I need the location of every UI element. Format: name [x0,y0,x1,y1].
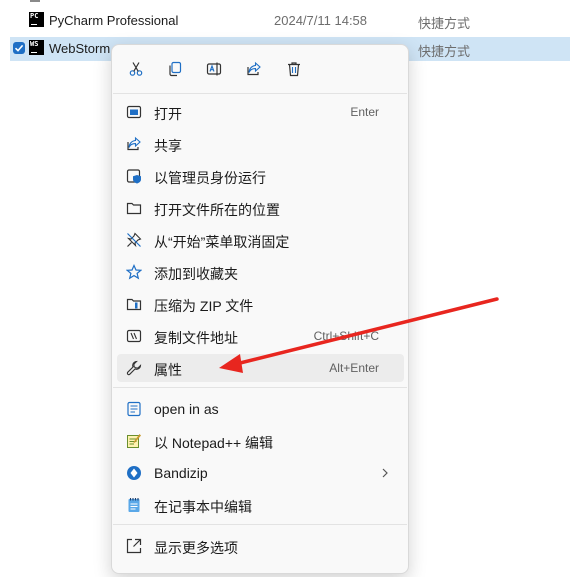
menu-item-share[interactable]: 共享 [117,130,404,158]
menu-item-add-favorites[interactable]: 添加到收藏夹 [117,258,404,286]
delete-icon [288,62,300,77]
menu-item-label: 压缩为 ZIP 文件 [154,298,254,314]
open-icon [126,105,142,119]
menu-item-edit-notepad[interactable]: 在记事本中编辑 [117,491,404,519]
menu-separator [113,387,407,388]
menu-item-label: 打开文件所在的位置 [154,202,280,218]
menu-item-open[interactable]: 打开 Enter [117,98,404,126]
folder-icon [126,202,142,215]
menu-item-label: 添加到收藏夹 [154,266,238,282]
context-menu: 打开 Enter 共享 以管理员身份运行 打开文件所在的位置 从“开始”菜单取消… [111,44,409,574]
menu-item-bandizip[interactable]: Bandizip [117,459,404,487]
menu-item-label: 打开 [154,106,182,122]
star-icon [126,264,142,280]
zip-icon [126,298,142,311]
notepadpp-icon [127,434,141,448]
delete-button[interactable] [282,57,306,81]
menu-item-label: 复制文件地址 [154,330,238,346]
menu-item-notepadpp[interactable]: 以 Notepad++ 编辑 [117,427,404,455]
menu-item-shortcut: Enter [350,105,379,119]
menu-item-label: open in as [154,401,219,417]
document-icon [127,401,141,417]
copy-path-icon [126,329,142,343]
rename-icon [206,62,222,76]
pycharm-icon: PC [29,12,44,27]
file-name: PyCharm Professional [49,13,179,28]
menu-item-shortcut: Alt+Enter [329,361,379,375]
menu-item-run-as-admin[interactable]: 以管理员身份运行 [117,162,404,190]
rename-button[interactable] [202,57,226,81]
menu-item-show-more-options[interactable]: 显示更多选项 [117,532,404,560]
menu-item-label: 共享 [154,138,182,154]
menu-item-label: 从“开始”菜单取消固定 [154,234,290,250]
checkmark-icon [14,44,24,52]
admin-shield-icon [126,169,141,184]
file-type: 快捷方式 [418,44,471,59]
more-options-icon [126,538,142,554]
unpin-icon [126,232,142,248]
file-type: 快捷方式 [418,16,471,31]
menu-item-unpin-start[interactable]: 从“开始”菜单取消固定 [117,226,404,254]
menu-item-shortcut: Ctrl+Shift+C [313,329,379,343]
menu-separator [113,93,407,94]
share-icon [247,61,261,76]
menu-item-properties[interactable]: 属性 Alt+Enter [117,354,404,382]
cut-button[interactable] [124,57,148,81]
file-date: 2024/7/11 14:58 [274,13,368,28]
wrench-icon [126,360,142,376]
menu-item-label: 在记事本中编辑 [154,499,252,515]
context-menu-toolbar [112,45,408,93]
webstorm-icon: WS [29,40,44,55]
menu-item-label: 显示更多选项 [154,540,238,556]
file-row-pycharm[interactable]: PC PyCharm Professional 2024/7/11 14:58 … [10,9,570,33]
copy-button[interactable] [163,57,187,81]
menu-item-open-in-as[interactable]: open in as [117,395,404,423]
chevron-right-icon [382,468,388,478]
menu-separator [113,524,407,525]
cut-icon [129,62,143,76]
menu-item-label: 以 Notepad++ 编辑 [154,435,274,451]
scrolled-row-edge [30,0,40,2]
share-toolbar-button[interactable] [242,57,266,81]
menu-item-label: 属性 [154,362,182,378]
menu-item-open-location[interactable]: 打开文件所在的位置 [117,194,404,222]
file-name: WebStorm [49,41,111,56]
selection-checkbox[interactable] [13,42,25,54]
menu-item-compress-zip[interactable]: 压缩为 ZIP 文件 [117,290,404,318]
share-icon [127,136,141,151]
copy-icon [169,61,182,77]
notepad-icon [128,498,140,512]
menu-item-label: Bandizip [154,465,208,481]
bandizip-icon [127,466,141,480]
menu-item-copy-path[interactable]: 复制文件地址 Ctrl+Shift+C [117,322,404,350]
menu-item-label: 以管理员身份运行 [154,170,266,186]
